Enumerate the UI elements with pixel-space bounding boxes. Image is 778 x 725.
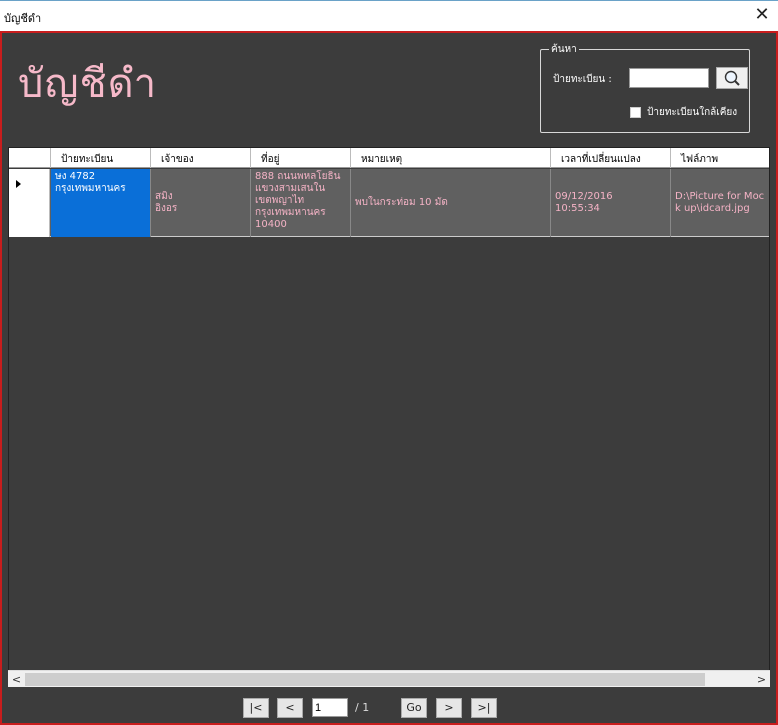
nearby-plate-checkbox[interactable] [630, 107, 641, 118]
next-page-button[interactable]: > [436, 698, 462, 718]
search-button[interactable] [716, 67, 748, 89]
cell-owner[interactable]: สมิง อิงอร [151, 169, 251, 237]
col-note[interactable]: หมายเหตุ [351, 148, 551, 168]
close-icon[interactable]: ✕ [752, 4, 772, 26]
last-page-button[interactable]: >| [471, 698, 497, 718]
blacklist-table: ป้ายทะเบียน เจ้าของ ที่อยู่ หมายเหตุ เวล… [8, 147, 770, 687]
first-page-button[interactable]: |< [243, 698, 269, 718]
prev-page-button[interactable]: < [277, 698, 303, 718]
scroll-thumb[interactable] [25, 673, 705, 686]
col-owner[interactable]: เจ้าของ [151, 148, 251, 168]
page-title: บัญชีดำ [18, 61, 158, 107]
plate-label: ป้ายทะเบียน : [553, 74, 612, 85]
search-group: ค้นหา ป้ายทะเบียน : ป้ายทะเบียนใกล้เคียง [540, 42, 750, 133]
table-row[interactable]: ษง 4782 กรุงเทพมหานคร สมิง อิงอร 888 ถนน… [9, 169, 769, 237]
col-image[interactable]: ไฟล์ภาพ [671, 148, 769, 168]
plate-search-input[interactable] [629, 68, 709, 88]
triangle-right-icon [16, 180, 21, 188]
scroll-right-button[interactable]: > [753, 671, 770, 688]
table-header: ป้ายทะเบียน เจ้าของ ที่อยู่ หมายเหตุ เวล… [9, 148, 769, 168]
nearby-plate-label: ป้ายทะเบียนใกล้เคียง [647, 107, 738, 118]
title-bar: บัญชีดำ ✕ [0, 0, 778, 31]
search-legend: ค้นหา [549, 42, 579, 57]
cell-note[interactable]: พบในกระท่อม 10 มัด [351, 169, 551, 237]
row-header-corner [9, 148, 51, 168]
col-address[interactable]: ที่อยู่ [251, 148, 351, 168]
cell-image[interactable]: D:\Picture for Mock up\idcard.jpg [671, 169, 769, 237]
window-title: บัญชีดำ [4, 12, 42, 25]
main-window: บัญชีดำ ค้นหา ป้ายทะเบียน : ป้ายทะเบียนใ… [0, 31, 778, 725]
magnifier-icon [724, 70, 740, 86]
col-changed[interactable]: เวลาที่เปลี่ยนแปลง [551, 148, 671, 168]
cell-changed[interactable]: 09/12/2016 10:55:34 [551, 169, 671, 237]
page-total: / 1 [355, 701, 370, 714]
pager: |< < / 1 Go > >| [2, 695, 778, 719]
page-number-input[interactable] [312, 698, 348, 717]
col-plate[interactable]: ป้ายทะเบียน [51, 148, 151, 168]
row-header[interactable] [9, 169, 50, 237]
cell-address[interactable]: 888 ถนนพหลโยธิน แขวงสามเสนใน เขตพญาไท กร… [251, 169, 351, 237]
cell-plate[interactable]: ษง 4782 กรุงเทพมหานคร [51, 169, 151, 237]
go-button[interactable]: Go [401, 698, 427, 718]
scroll-left-button[interactable]: < [8, 671, 25, 688]
horizontal-scrollbar[interactable]: < > [8, 670, 770, 687]
